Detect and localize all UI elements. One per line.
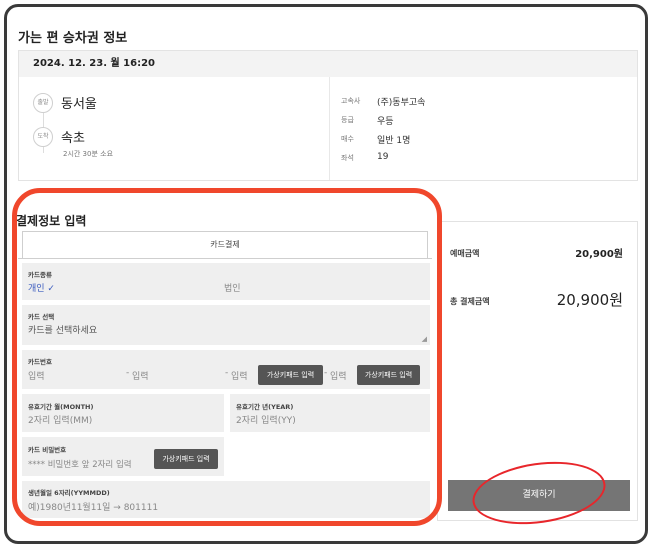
expiry-year-input[interactable]: 2자리 입력(YY): [236, 413, 296, 426]
card-select-placeholder: 카드를 선택하세요: [28, 326, 98, 336]
card-type-personal-option[interactable]: 개인 ✓: [28, 281, 55, 294]
expiry-month-field[interactable]: 유효기간 월(MONTH) 2자리 입력(MM): [22, 394, 224, 432]
birth-date-input[interactable]: 예)1980년11월11일 → 801111: [28, 500, 158, 513]
card-number-keypad-button-1[interactable]: 가상키패드 입력: [258, 365, 323, 385]
card-number-input-1[interactable]: 입력: [28, 369, 45, 382]
arrive-terminal: 속초: [61, 131, 85, 146]
pay-button[interactable]: 결제하기: [448, 480, 630, 511]
total-amount-label: 총 결제금액: [450, 297, 490, 306]
card-number-input-2[interactable]: 입력: [132, 369, 149, 382]
card-type-label: 카드종류: [28, 271, 52, 279]
reserve-amount-value: 20,900원: [575, 249, 623, 260]
birth-date-field[interactable]: 생년월일 6자리(YYMMDD) 예)1980년11월11일 → 801111: [22, 481, 430, 518]
trip-duration: 2시간 30분 소요: [63, 150, 114, 158]
info-value: 일반 1명: [377, 136, 411, 146]
card-type-corporate-option[interactable]: 법인: [224, 281, 241, 294]
expiry-year-label: 유효기간 년(YEAR): [236, 403, 294, 411]
card-number-dash: -: [225, 368, 229, 378]
depart-terminal: 동서울: [61, 97, 97, 112]
card-number-input-4[interactable]: 입력: [330, 369, 347, 382]
expiry-month-label: 유효기간 월(MONTH): [28, 403, 94, 411]
ticket-info-card: 2024. 12. 23. 월 16:20 출발 동서울 도착 속초 2시간 3…: [18, 50, 638, 181]
card-password-keypad-button[interactable]: 가상키패드 입력: [154, 449, 218, 469]
card-number-dash: -: [126, 368, 130, 378]
tab-card-payment[interactable]: 카드결제: [22, 231, 428, 258]
tab-divider: [18, 258, 432, 259]
ticket-section-title: 가는 편 승차권 정보: [18, 31, 128, 46]
expiry-year-field[interactable]: 유효기간 년(YEAR) 2자리 입력(YY): [230, 394, 430, 432]
card-password-input[interactable]: **** 비밀번호 앞 2자리 입력: [28, 458, 132, 470]
card-type-field: 카드종류 개인 ✓ 법인: [22, 263, 430, 300]
card-number-label: 카드번호: [28, 358, 52, 366]
route-panel: 출발 동서울 도착 속초 2시간 30분 소요: [19, 77, 330, 180]
card-number-input-3[interactable]: 입력: [231, 369, 248, 382]
payment-summary-panel: 예매금액 20,900원 총 결제금액 20,900원 결제하기: [437, 221, 638, 521]
card-number-field: 카드번호 입력 - 입력 - 입력 가상키패드 입력 - 입력 가상키패드 입력: [22, 350, 430, 389]
total-amount-value: 20,900원: [556, 291, 623, 309]
expiry-month-input[interactable]: 2자리 입력(MM): [28, 413, 92, 426]
card-password-label: 카드 비밀번호: [28, 446, 67, 454]
arrive-badge: 도착: [33, 127, 53, 147]
info-value: (주)동부고속: [377, 98, 426, 108]
card-number-dash: -: [324, 368, 328, 378]
card-number-keypad-button-2[interactable]: 가상키패드 입력: [357, 365, 420, 385]
info-value: 19: [377, 152, 389, 162]
card-select-field[interactable]: 카드 선택 카드를 선택하세요 ◢: [22, 305, 430, 345]
reserve-amount-label: 예매금액: [450, 249, 480, 258]
birth-date-label: 생년월일 6자리(YYMMDD): [28, 489, 110, 497]
info-value: 우등: [377, 117, 394, 127]
departure-datetime: 2024. 12. 23. 월 16:20: [19, 51, 637, 77]
payment-section-title: 결제정보 입력: [16, 214, 87, 228]
card-password-field: 카드 비밀번호 **** 비밀번호 앞 2자리 입력 가상키패드 입력: [22, 437, 224, 476]
card-select-label: 카드 선택: [28, 313, 55, 321]
depart-badge: 출발: [33, 93, 53, 113]
resize-handle-icon: ◢: [421, 335, 427, 343]
